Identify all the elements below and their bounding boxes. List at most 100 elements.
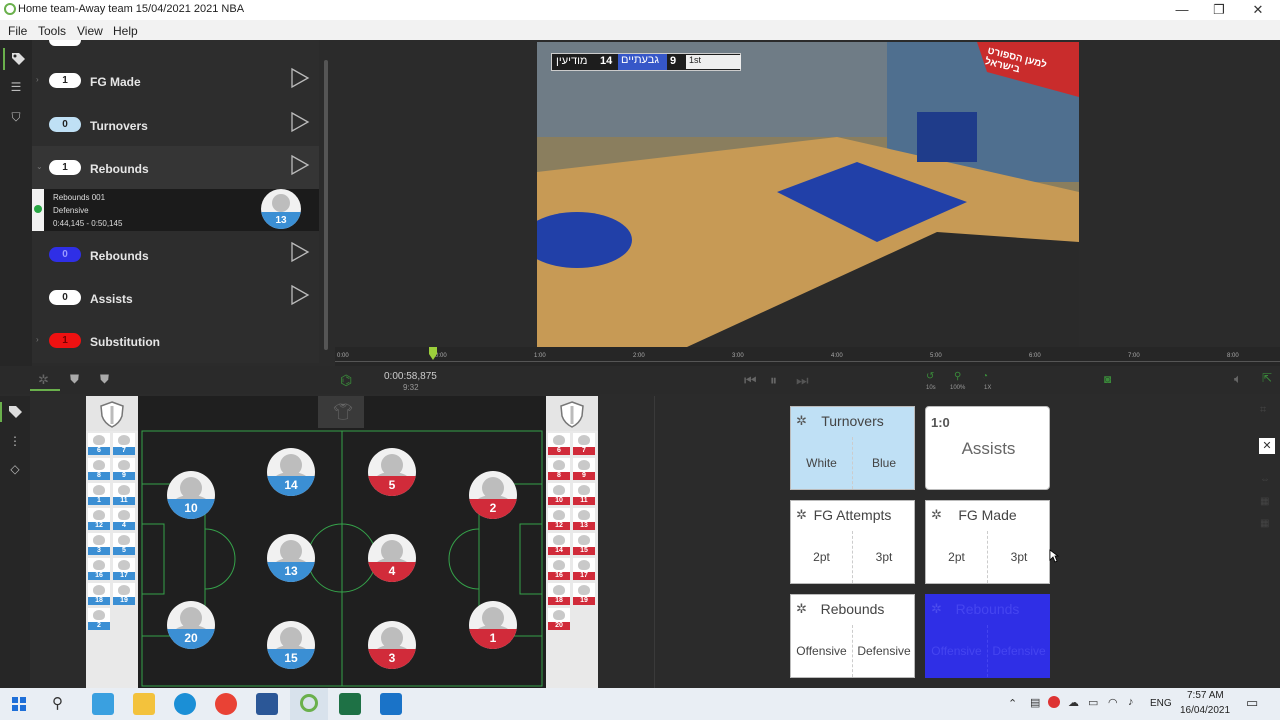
turnovers-blue-option[interactable]: Blue (853, 437, 915, 489)
language-indicator[interactable]: ENG (1150, 698, 1172, 709)
away-shield-icon[interactable]: ⛊ (100, 372, 109, 387)
grid-small-icon[interactable]: ▦ (1260, 518, 1269, 529)
event-row-assists[interactable]: 0 Assists (32, 276, 319, 319)
timeline[interactable]: 0:00 0:00 1:00 2:00 3:00 4:00 5:00 6:00 … (335, 347, 1280, 367)
away-player-2[interactable]: 2 (469, 471, 517, 519)
rebounds-defensive-option[interactable]: Defensive (988, 625, 1050, 677)
event-list-scrollbar[interactable] (324, 60, 328, 350)
collapse-icon[interactable]: ⇔ (1260, 474, 1270, 485)
zoom-icon[interactable]: ⚲ (954, 371, 961, 382)
event-row-rebounds-blue[interactable]: 0 Rebounds (32, 233, 319, 276)
wifi-icon[interactable]: ◠ (1108, 696, 1118, 709)
rebounds-offensive-option[interactable]: Offensive (926, 625, 987, 677)
playhead[interactable] (429, 347, 437, 361)
notification-badge-icon[interactable] (1048, 696, 1060, 708)
play-icon[interactable] (287, 111, 311, 133)
bench-player[interactable]: 14 (548, 533, 570, 555)
rebounds-blue-button[interactable]: ✲ Rebounds Offensive Defensive (925, 594, 1050, 678)
clock-time[interactable]: 7:57 AM (1187, 690, 1224, 701)
event-row-substitution[interactable]: › 1 Substitution (32, 319, 319, 362)
close-button[interactable]: ✕ (1240, 1, 1276, 19)
menu-file[interactable]: File (8, 24, 27, 38)
maximize-button[interactable]: ❐ (1201, 1, 1237, 19)
rebounds-offensive-option[interactable]: Offensive (791, 625, 852, 677)
away-shield-icon[interactable] (558, 400, 586, 428)
bench-player[interactable]: 3 (88, 533, 110, 555)
home-player-15[interactable]: 15 (267, 621, 315, 669)
bench-player[interactable]: 9 (113, 458, 135, 480)
bench-player[interactable]: 17 (113, 558, 135, 580)
away-player-4[interactable]: 4 (368, 534, 416, 582)
home-player-13[interactable]: 13 (267, 534, 315, 582)
play-icon[interactable] (287, 284, 311, 306)
bench-player[interactable]: 4 (113, 508, 135, 530)
grid-icon[interactable]: ▦ (1260, 496, 1269, 507)
skip-back-icon[interactable]: ⏮ (744, 372, 757, 389)
excel-icon[interactable] (339, 693, 361, 715)
bench-player[interactable]: 20 (548, 608, 570, 630)
bench-player[interactable]: 6 (88, 433, 110, 455)
bench-player[interactable]: 11 (113, 483, 135, 505)
event-row-fg-made[interactable]: › 1 FG Made (32, 60, 319, 103)
popout-icon[interactable]: ⇱ (1262, 371, 1272, 385)
turnovers-button[interactable]: ✲ Turnovers White Blue (790, 406, 915, 490)
onedrive-icon[interactable]: ☁ (1068, 696, 1079, 709)
video-player[interactable]: למען הספורט בישראל מודיעין 14 גבעתיים 9 … (537, 42, 1079, 347)
photos-icon[interactable] (380, 693, 402, 715)
filter-icon[interactable]: ⛉ (8, 110, 24, 124)
bench-player[interactable]: 15 (573, 533, 595, 555)
event-row-rebounds-expanded[interactable]: ⌄ 1 Rebounds (32, 146, 319, 189)
search-icon[interactable]: ⚲ (52, 694, 63, 712)
bench-player[interactable]: 7 (113, 433, 135, 455)
home-player-10[interactable]: 10 (167, 471, 215, 519)
fg-made-2pt-option[interactable]: 2pt (926, 531, 987, 583)
clock-date[interactable]: 16/04/2021 (1180, 705, 1230, 716)
bench-player[interactable]: 10 (548, 483, 570, 505)
bench-player[interactable]: 6 (548, 433, 570, 455)
bench-player[interactable]: 5 (113, 533, 135, 555)
fg-attempts-button[interactable]: ✲ FG Attempts 2pt 3pt (790, 500, 915, 584)
tag-outline-icon[interactable]: ◇ (7, 462, 23, 476)
event-row-turnovers[interactable]: 0 Turnovers (32, 103, 319, 146)
action-center-icon[interactable]: ▭ (1246, 695, 1258, 711)
bench-player[interactable]: 7 (573, 433, 595, 455)
bench-player[interactable]: 9 (573, 458, 595, 480)
volume-icon[interactable]: 🔈︎ (1234, 371, 1242, 387)
bench-player[interactable]: 16 (88, 558, 110, 580)
bench-player[interactable]: 16 (548, 558, 570, 580)
menu-view[interactable]: View (77, 24, 103, 38)
active-app-slot[interactable] (290, 688, 328, 720)
layout-icon[interactable]: ⌗ (1260, 404, 1266, 417)
file-explorer-icon[interactable] (133, 693, 155, 715)
bench-player[interactable]: 19 (573, 583, 595, 605)
home-player-20[interactable]: 20 (167, 601, 215, 649)
home-shield-icon[interactable]: ⛊ (70, 372, 79, 387)
bench-player[interactable]: 18 (548, 583, 570, 605)
pause-icon[interactable]: ⏸ (770, 372, 777, 389)
bench-player[interactable]: 8 (88, 458, 110, 480)
list-icon[interactable]: ☰ (8, 80, 24, 94)
minimize-button[interactable]: — (1164, 1, 1200, 19)
event-instance-row[interactable]: Rebounds 001 Defensive 0:44,145 - 0:50,1… (32, 189, 319, 231)
bench-player[interactable]: 2 (88, 608, 110, 630)
bench-player[interactable]: 18 (88, 583, 110, 605)
chrome-icon[interactable] (215, 693, 237, 715)
close-panel-icon[interactable]: ✕ (1259, 438, 1275, 454)
tray-icon[interactable]: ▤ (1030, 696, 1040, 709)
tag-icon[interactable] (7, 404, 23, 420)
fg-attempts-2pt-option[interactable]: 2pt (791, 531, 852, 583)
play-icon[interactable] (287, 67, 311, 89)
fg-attempts-3pt-option[interactable]: 3pt (853, 531, 915, 583)
rewind-icon[interactable]: ↺ (926, 371, 934, 382)
bench-player[interactable]: 12 (548, 508, 570, 530)
sliders-icon[interactable]: ⋮ (7, 434, 23, 448)
home-shield-icon[interactable] (98, 400, 126, 428)
camera-icon[interactable]: ⌬ (340, 372, 352, 389)
away-player-3[interactable]: 3 (368, 621, 416, 669)
edge-icon[interactable] (174, 693, 196, 715)
speed-icon[interactable]: ◔ (982, 371, 988, 382)
tag-tab[interactable] (3, 48, 31, 70)
ball-tab[interactable]: 👕︎ (318, 396, 364, 428)
away-player-5[interactable]: 5 (368, 448, 416, 496)
away-player-1[interactable]: 1 (469, 601, 517, 649)
